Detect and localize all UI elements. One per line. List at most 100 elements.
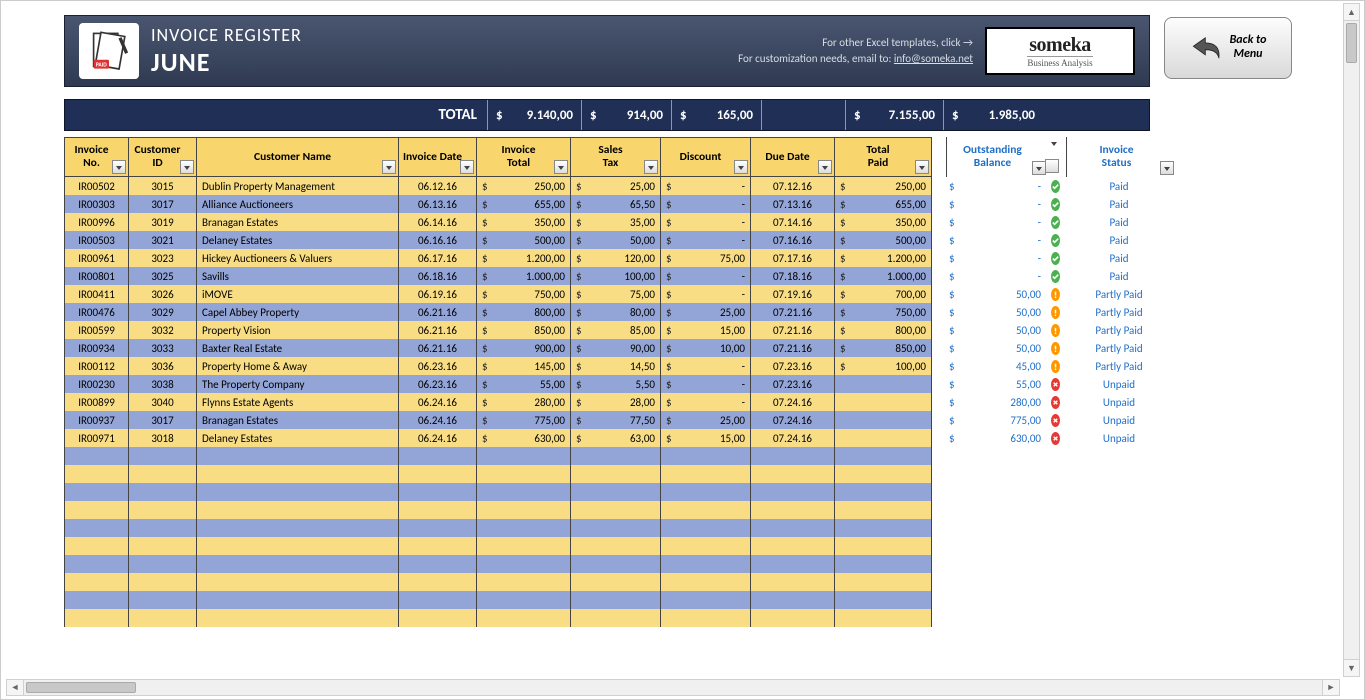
cell[interactable]: $655,00 <box>476 195 570 213</box>
cell-total-paid[interactable]: $100,00 <box>834 357 932 375</box>
cell-invoice-no[interactable]: IR00971 <box>64 429 128 447</box>
cell-customer-id[interactable]: 3021 <box>128 231 196 249</box>
filter-button[interactable] <box>180 160 194 174</box>
cell-status[interactable]: Partly Paid <box>1064 321 1174 339</box>
cell-invoice-no[interactable]: IR00934 <box>64 339 128 357</box>
cell-customer-id[interactable]: 3040 <box>128 393 196 411</box>
cell[interactable]: $50,00 <box>570 231 660 249</box>
cell-customer-id[interactable]: 3029 <box>128 303 196 321</box>
cell-total-paid[interactable]: $350,00 <box>834 213 932 231</box>
cell[interactable]: $63,00 <box>570 429 660 447</box>
cell[interactable]: $65,50 <box>570 195 660 213</box>
scroll-thumb[interactable] <box>1346 23 1357 63</box>
cell-due-date[interactable]: 07.17.16 <box>750 249 834 267</box>
cell-invoice-no[interactable]: IR00230 <box>64 375 128 393</box>
cell-total-paid[interactable]: $500,00 <box>834 231 932 249</box>
cell[interactable]: $25,00 <box>660 411 750 429</box>
cell[interactable]: $- <box>660 267 750 285</box>
cell-customer-name[interactable]: Property Vision <box>196 321 398 339</box>
cell[interactable]: $1.000,00 <box>476 267 570 285</box>
cell-invoice-no[interactable]: IR00937 <box>64 411 128 429</box>
cell-customer-id[interactable]: 3038 <box>128 375 196 393</box>
filter-button[interactable] <box>112 160 126 174</box>
cell-invoice-date[interactable]: 06.23.16 <box>398 375 476 393</box>
cell[interactable]: $500,00 <box>476 231 570 249</box>
cell-due-date[interactable]: 07.21.16 <box>750 321 834 339</box>
cell[interactable]: $850,00 <box>476 321 570 339</box>
cell-outstanding[interactable]: $- <box>944 231 1046 249</box>
cell-invoice-no[interactable]: IR00303 <box>64 195 128 213</box>
cell-outstanding[interactable]: $630,00 <box>944 429 1046 447</box>
cell-status[interactable]: Unpaid <box>1064 393 1174 411</box>
cell-invoice-date[interactable]: 06.17.16 <box>398 249 476 267</box>
cell-due-date[interactable]: 07.23.16 <box>750 375 834 393</box>
scroll-down-button[interactable]: ▼ <box>1344 659 1359 676</box>
cell-total-paid[interactable] <box>834 411 932 429</box>
cell-outstanding[interactable]: $50,00 <box>944 339 1046 357</box>
cell-customer-name[interactable]: Hickey Auctioneers & Valuers <box>196 249 398 267</box>
cell[interactable]: $55,00 <box>476 375 570 393</box>
filter-button[interactable] <box>1032 161 1046 175</box>
cell-customer-name[interactable]: The Property Company <box>196 375 398 393</box>
cell-status[interactable]: Paid <box>1064 213 1174 231</box>
cell-status[interactable]: Partly Paid <box>1064 339 1174 357</box>
cell-customer-name[interactable]: iMOVE <box>196 285 398 303</box>
cell-outstanding[interactable]: $- <box>944 177 1046 195</box>
filter-button[interactable] <box>1160 161 1174 175</box>
cell-due-date[interactable]: 07.13.16 <box>750 195 834 213</box>
cell[interactable]: $- <box>660 231 750 249</box>
cell-outstanding[interactable]: $280,00 <box>944 393 1046 411</box>
cell-invoice-no[interactable]: IR00961 <box>64 249 128 267</box>
cell[interactable]: $145,00 <box>476 357 570 375</box>
cell[interactable]: $- <box>660 393 750 411</box>
cell-customer-id[interactable]: 3033 <box>128 339 196 357</box>
cell-invoice-date[interactable]: 06.21.16 <box>398 339 476 357</box>
filter-button[interactable] <box>460 160 474 174</box>
cell-customer-id[interactable]: 3023 <box>128 249 196 267</box>
cell-customer-name[interactable]: Delaney Estates <box>196 231 398 249</box>
cell-status[interactable]: Unpaid <box>1064 375 1174 393</box>
vertical-scrollbar[interactable]: ▲ ▼ <box>1343 3 1360 677</box>
cell-outstanding[interactable]: $45,00 <box>944 357 1046 375</box>
cell-customer-id[interactable]: 3025 <box>128 267 196 285</box>
cell-due-date[interactable]: 07.12.16 <box>750 177 834 195</box>
cell-outstanding[interactable]: $- <box>944 195 1046 213</box>
cell[interactable]: $15,00 <box>660 321 750 339</box>
cell[interactable]: $775,00 <box>476 411 570 429</box>
cell-outstanding[interactable]: $50,00 <box>944 303 1046 321</box>
cell-invoice-date[interactable]: 06.16.16 <box>398 231 476 249</box>
scroll-thumb[interactable] <box>26 682 136 693</box>
cell[interactable]: $- <box>660 195 750 213</box>
cell-total-paid[interactable] <box>834 375 932 393</box>
cell[interactable]: $15,00 <box>660 429 750 447</box>
cell-invoice-no[interactable]: IR00899 <box>64 393 128 411</box>
cell[interactable]: $- <box>660 375 750 393</box>
cell-due-date[interactable]: 07.24.16 <box>750 411 834 429</box>
filter-button[interactable] <box>382 160 396 174</box>
cell[interactable]: $- <box>660 357 750 375</box>
cell-invoice-date[interactable]: 06.13.16 <box>398 195 476 213</box>
cell[interactable]: $100,00 <box>570 267 660 285</box>
cell-invoice-date[interactable]: 06.19.16 <box>398 285 476 303</box>
cell-invoice-date[interactable]: 06.24.16 <box>398 393 476 411</box>
cell[interactable]: $5,50 <box>570 375 660 393</box>
cell[interactable]: $75,00 <box>570 285 660 303</box>
cell-customer-name[interactable]: Dublin Property Management <box>196 177 398 195</box>
cell-status[interactable]: Paid <box>1064 195 1174 213</box>
cell[interactable]: $10,00 <box>660 339 750 357</box>
cell-total-paid[interactable]: $850,00 <box>834 339 932 357</box>
cell-customer-id[interactable]: 3036 <box>128 357 196 375</box>
cell-customer-name[interactable]: Property Home & Away <box>196 357 398 375</box>
cell[interactable]: $25,00 <box>570 177 660 195</box>
cell-total-paid[interactable]: $250,00 <box>834 177 932 195</box>
cell-customer-name[interactable]: Branagan Estates <box>196 213 398 231</box>
cell-outstanding[interactable]: $50,00 <box>944 285 1046 303</box>
cell-invoice-no[interactable]: IR00599 <box>64 321 128 339</box>
scroll-up-button[interactable]: ▲ <box>1344 4 1359 21</box>
cell[interactable]: $77,50 <box>570 411 660 429</box>
cell-customer-id[interactable]: 3018 <box>128 429 196 447</box>
cell-customer-id[interactable]: 3017 <box>128 411 196 429</box>
cell-customer-name[interactable]: Capel Abbey Property <box>196 303 398 321</box>
cell-total-paid[interactable]: $800,00 <box>834 321 932 339</box>
cell-invoice-no[interactable]: IR00476 <box>64 303 128 321</box>
